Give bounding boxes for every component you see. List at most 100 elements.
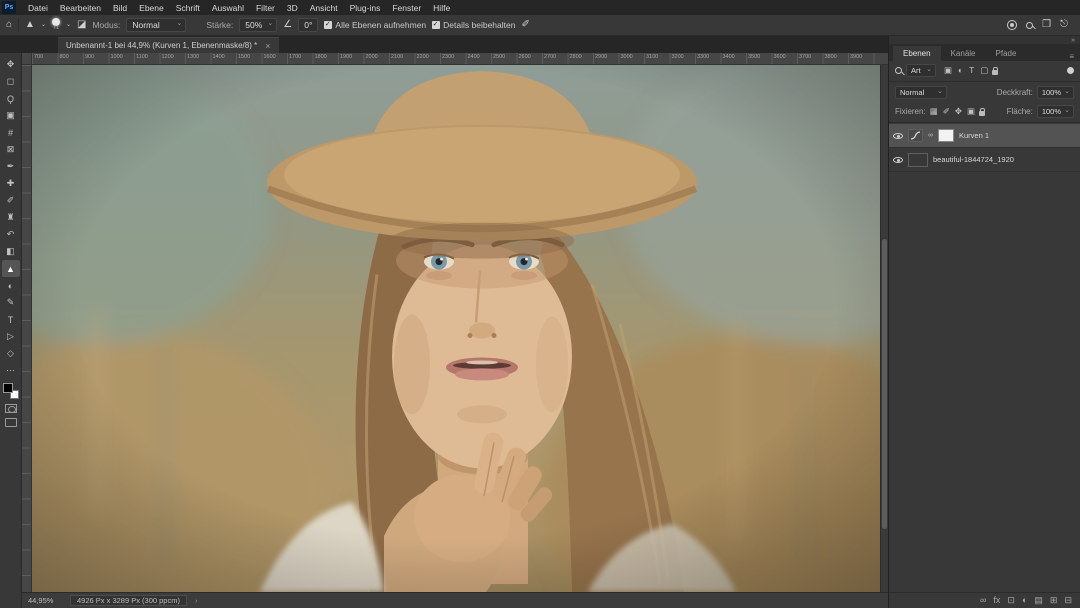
filter-toggle-icon[interactable] [1067,67,1074,74]
close-tab-icon[interactable]: × [265,41,270,51]
tool-button[interactable]: ✎ [2,294,20,311]
tool-button[interactable]: ↶ [2,226,20,243]
tool-button[interactable]: ⊠ [2,141,20,158]
search-icon[interactable] [1026,21,1034,29]
menu-item[interactable]: Bearbeiten [54,2,107,14]
filter-type-icon[interactable]: ▣ [944,66,952,75]
quick-mask-button[interactable] [4,404,17,413]
tool-button[interactable]: ✒ [2,158,20,175]
scrollbar-thumb[interactable] [882,238,887,529]
layer-filter-search-icon[interactable] [895,67,902,74]
home-icon[interactable]: ⌂ [6,20,12,30]
menu-item[interactable]: Plug-ins [344,2,387,14]
ruler-label: 2300 [442,54,455,60]
panel-footer-icon[interactable]: fx [993,596,1000,605]
tool-button[interactable]: T [2,311,20,328]
document-canvas[interactable] [32,65,880,592]
fill-select[interactable]: 100% [1036,105,1074,118]
screen-mode-button[interactable] [4,418,17,427]
tool-button[interactable]: Ϙ [2,90,20,107]
horizontal-ruler[interactable]: 700 800 900 1000 1100 1200 1300 1400 1500 1600 170… [32,53,888,65]
filter-type-icon[interactable]: ◐ [958,66,963,75]
menu-item[interactable]: Ebene [133,2,170,14]
ruler-origin-corner[interactable] [22,53,32,65]
menu-item[interactable]: Datei [22,2,54,14]
pressure-size-icon[interactable]: ✐ [521,20,529,30]
protect-detail-checkbox[interactable]: Details beibehalten [432,20,515,30]
lock-option-icon[interactable]: ✐ [943,107,950,116]
vertical-scrollbar[interactable] [880,65,888,592]
layer-row-curves[interactable]: ∞ Kurven 1 [889,124,1080,148]
panel-tab[interactable]: Pfade [986,46,1027,61]
layer-visibility-icon[interactable] [893,156,903,163]
tool-button[interactable]: ✥ [2,56,20,73]
tool-button[interactable]: ▷ [2,328,20,345]
photoshop-logo-icon[interactable]: Ps [2,1,16,14]
panel-tab[interactable]: Kanäle [941,46,986,61]
tool-button[interactable]: ✚ [2,175,20,192]
menu-item[interactable]: 3D [281,2,304,14]
menu-item[interactable]: Hilfe [427,2,456,14]
panel-footer-icon[interactable]: ⊞ [1050,596,1058,605]
opacity-select[interactable]: 100% [1036,86,1074,99]
toggle-brush-panel-icon[interactable]: ◪ [77,20,86,30]
filter-lock-icon[interactable] [992,66,999,75]
filter-type-icon[interactable]: T [969,66,974,75]
brush-dropdown-icon[interactable]: ⌄ [66,22,71,28]
workspace-switcher-icon[interactable]: ❐ [1042,20,1051,30]
tool-preset-dropdown-icon[interactable]: ⌄ [41,22,46,28]
document-tab[interactable]: Unbenannt-1 bei 44,9% (Kurven 1, Ebenenm… [58,37,279,53]
share-icon[interactable]: ⎋ [1060,20,1068,30]
lock-option-icon[interactable]: ▦ [930,107,938,116]
account-icon[interactable] [1007,20,1018,30]
angle-input[interactable]: 0° [298,18,319,32]
panel-footer-icon[interactable]: ∞ [980,596,986,605]
status-options-icon[interactable]: › [195,596,198,605]
tool-button[interactable]: ▲ [1,260,20,277]
menu-item[interactable]: Schrift [170,2,206,14]
filter-kind-select[interactable]: Art [906,64,936,77]
curves-adjustment-icon[interactable] [908,129,923,142]
layer-mask-thumbnail[interactable] [938,129,954,142]
document-info[interactable]: 4926 Px x 3289 Px (300 ppcm) [70,595,187,606]
tool-button[interactable]: ◐ [2,277,20,294]
collapse-panels-icon[interactable]: » [1071,37,1075,44]
menu-item[interactable]: Filter [250,2,281,14]
panel-footer-icon[interactable]: ⊟ [1064,596,1072,605]
mode-select[interactable]: Normal [126,18,187,32]
mask-link-icon[interactable]: ∞ [928,132,933,139]
tool-button[interactable]: ◇ [2,345,20,362]
lock-option-icon[interactable]: ✥ [955,107,962,116]
layer-visibility-icon[interactable] [893,132,903,139]
sample-all-layers-checkbox[interactable]: Alle Ebenen aufnehmen [324,20,426,30]
layer-thumbnail[interactable] [908,152,928,167]
tool-button[interactable]: # [2,124,20,141]
strength-select[interactable]: 50% [239,18,278,32]
sharpen-tool-preset-icon[interactable]: ▲ [25,20,35,30]
lock-all-icon[interactable] [979,107,985,116]
panel-menu-icon[interactable]: ≡ [1069,52,1080,61]
blend-mode-select[interactable]: Normal [895,86,947,99]
panel-footer-icon[interactable]: ◐ [1022,596,1027,605]
color-swatches[interactable] [2,383,19,399]
foreground-color-swatch[interactable] [2,383,13,393]
menu-item[interactable]: Fenster [386,2,427,14]
panel-tab[interactable]: Ebenen [893,46,941,61]
tool-button[interactable]: ◻ [2,73,20,90]
zoom-level[interactable]: 44,95% [28,596,62,605]
vertical-ruler[interactable] [22,65,32,592]
layer-row-photo[interactable]: beautiful-1844724_1920 [889,148,1080,172]
menu-item[interactable]: Ansicht [304,2,344,14]
menu-item[interactable]: Bild [107,2,133,14]
brush-preset-picker[interactable]: 71 [51,18,60,32]
tool-button[interactable]: ♜ [2,209,20,226]
panel-footer-icon[interactable]: ⊡ [1007,596,1015,605]
tool-button[interactable]: ✐ [2,192,20,209]
tool-button[interactable]: ◧ [2,243,20,260]
filter-type-icon[interactable]: ▢ [980,66,988,75]
tool-button[interactable]: ▣ [2,107,20,124]
tool-button[interactable]: ⋯ [2,362,20,379]
menu-item[interactable]: Auswahl [206,2,250,14]
panel-footer-icon[interactable]: ▤ [1034,596,1043,605]
lock-option-icon[interactable]: ▣ [967,107,975,116]
